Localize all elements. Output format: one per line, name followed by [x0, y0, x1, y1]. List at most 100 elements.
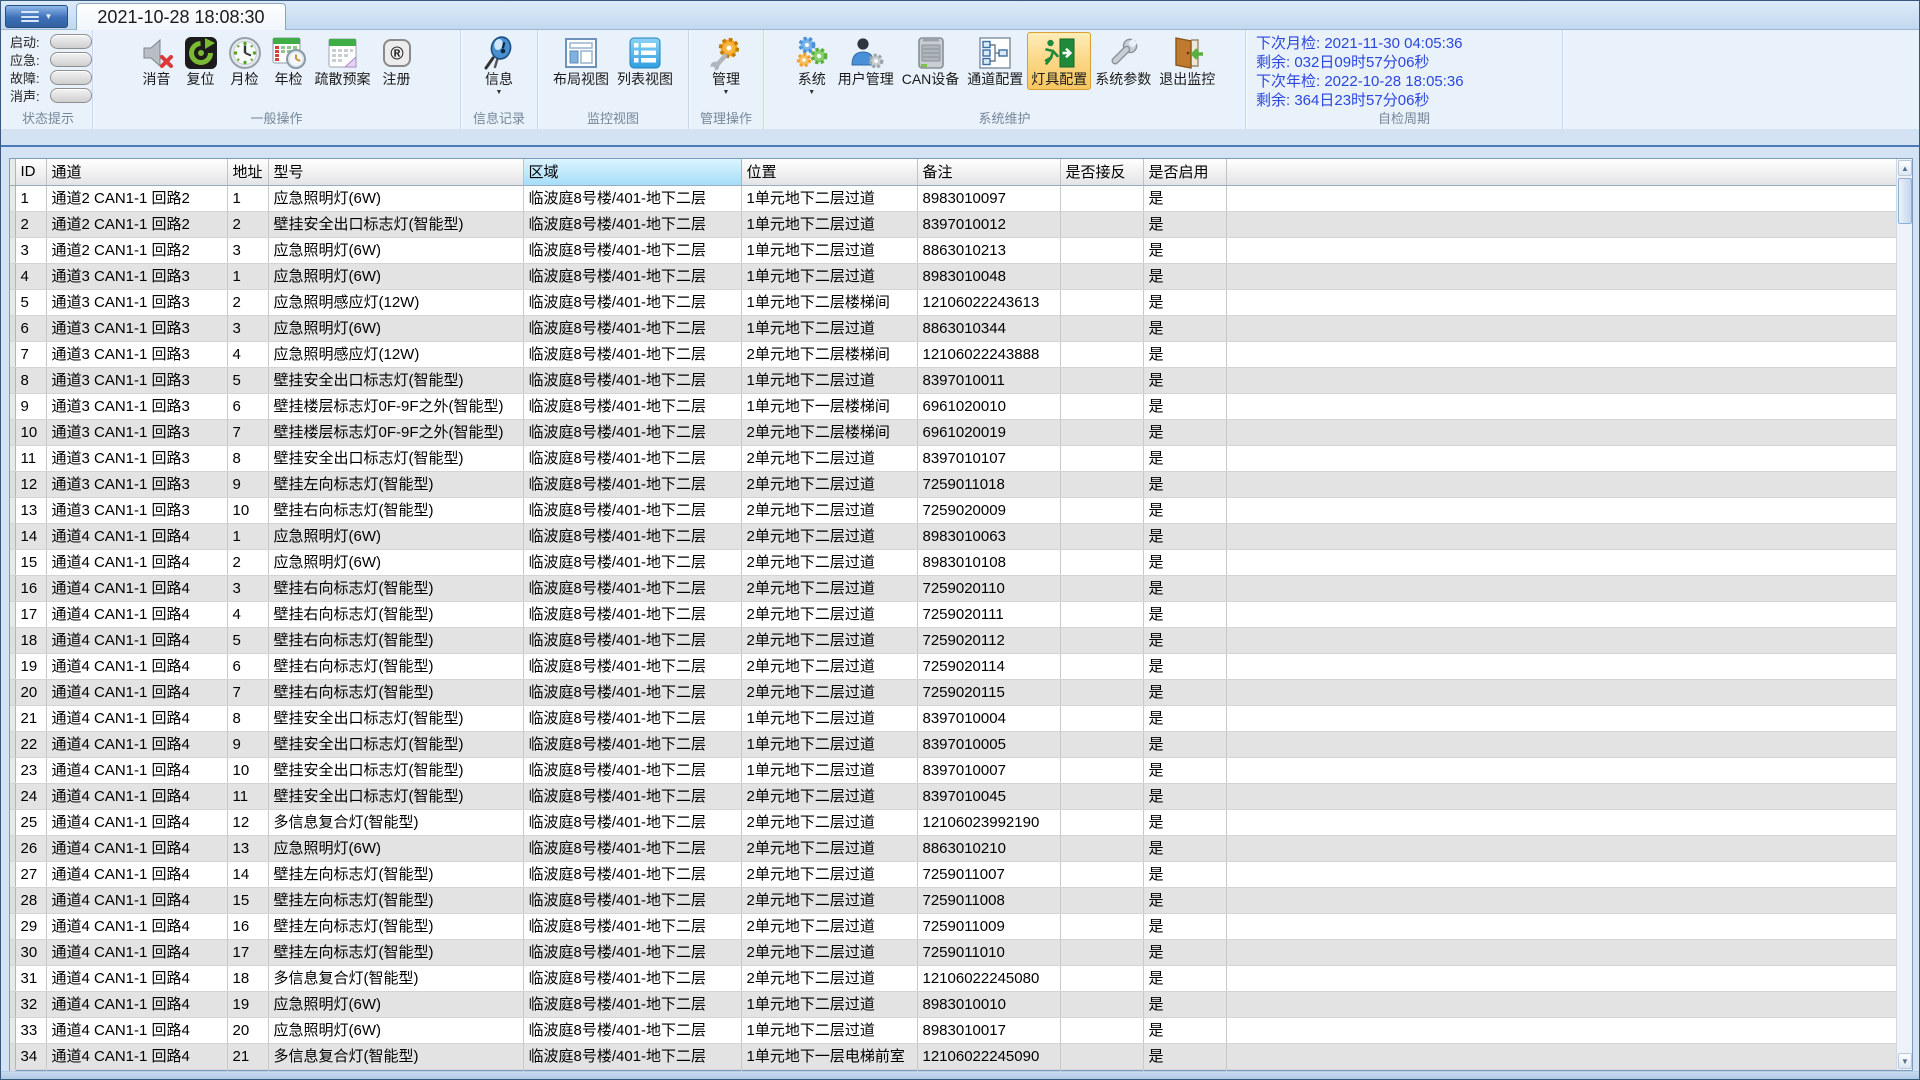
- cell-id: 10: [15, 419, 46, 445]
- cell-model: 壁挂右向标志灯(智能型): [268, 497, 523, 523]
- cell-address: 10: [227, 497, 268, 523]
- cell-address: 3: [227, 237, 268, 263]
- header-note[interactable]: 备注: [917, 159, 1060, 185]
- table-row[interactable]: 23 通道4 CAN1-1 回路4 10 壁挂安全出口标志灯(智能型) 临波庭8…: [10, 757, 1896, 783]
- table-row[interactable]: 24 通道4 CAN1-1 回路4 11 壁挂安全出口标志灯(智能型) 临波庭8…: [10, 783, 1896, 809]
- monthly-check-button[interactable]: 月检: [223, 32, 267, 90]
- table-row[interactable]: 14 通道4 CAN1-1 回路4 1 应急照明灯(6W) 临波庭8号楼/401…: [10, 523, 1896, 549]
- user-mgmt-button[interactable]: 用户管理: [834, 32, 898, 90]
- table-row[interactable]: 16 通道4 CAN1-1 回路4 3 壁挂右向标志灯(智能型) 临波庭8号楼/…: [10, 575, 1896, 601]
- list-view-button[interactable]: 列表视图: [613, 32, 677, 90]
- manage-button[interactable]: 管理 ▼: [704, 32, 748, 99]
- header-channel[interactable]: 通道: [46, 159, 227, 185]
- cell-filler: [1226, 211, 1896, 237]
- table-row[interactable]: 32 通道4 CAN1-1 回路4 19 应急照明灯(6W) 临波庭8号楼/40…: [10, 991, 1896, 1017]
- cell-note: 8397010011: [917, 367, 1060, 393]
- cell-address: 6: [227, 653, 268, 679]
- table-row[interactable]: 28 通道4 CAN1-1 回路4 15 壁挂左向标志灯(智能型) 临波庭8号楼…: [10, 887, 1896, 913]
- table-row[interactable]: 5 通道3 CAN1-1 回路3 2 应急照明感应灯(12W) 临波庭8号楼/4…: [10, 289, 1896, 315]
- channel-config-label: 通道配置: [967, 71, 1023, 88]
- vertical-scrollbar[interactable]: ▲ ▼: [1896, 159, 1912, 1070]
- table-row[interactable]: 8 通道3 CAN1-1 回路3 5 壁挂安全出口标志灯(智能型) 临波庭8号楼…: [10, 367, 1896, 393]
- cell-address: 11: [227, 783, 268, 809]
- table-row[interactable]: 6 通道3 CAN1-1 回路3 3 应急照明灯(6W) 临波庭8号楼/401-…: [10, 315, 1896, 341]
- table-row[interactable]: 18 通道4 CAN1-1 回路4 5 壁挂右向标志灯(智能型) 临波庭8号楼/…: [10, 627, 1896, 653]
- layout-view-button[interactable]: 布局视图: [549, 32, 613, 90]
- cell-area: 临波庭8号楼/401-地下二层: [523, 393, 741, 419]
- cell-reversed: [1060, 549, 1143, 575]
- table-row[interactable]: 22 通道4 CAN1-1 回路4 9 壁挂安全出口标志灯(智能型) 临波庭8号…: [10, 731, 1896, 757]
- scrollbar-thumb[interactable]: [1898, 178, 1912, 224]
- ribbon-divider: [1, 145, 1919, 147]
- cell-model: 壁挂左向标志灯(智能型): [268, 861, 523, 887]
- cell-model: 壁挂安全出口标志灯(智能型): [268, 211, 523, 237]
- cell-enabled: 是: [1143, 861, 1226, 887]
- header-reversed[interactable]: 是否接反: [1060, 159, 1143, 185]
- table-row[interactable]: 12 通道3 CAN1-1 回路3 9 壁挂左向标志灯(智能型) 临波庭8号楼/…: [10, 471, 1896, 497]
- table-row[interactable]: 25 通道4 CAN1-1 回路4 12 多信息复合灯(智能型) 临波庭8号楼/…: [10, 809, 1896, 835]
- header-enabled[interactable]: 是否启用: [1143, 159, 1226, 185]
- cell-note: 7259011009: [917, 913, 1060, 939]
- channel-config-button[interactable]: 通道配置: [963, 32, 1027, 90]
- cell-filler: [1226, 835, 1896, 861]
- cell-reversed: [1060, 1043, 1143, 1069]
- table-row[interactable]: 10 通道3 CAN1-1 回路3 7 壁挂楼层标志灯0F-9F之外(智能型) …: [10, 419, 1896, 445]
- cell-filler: [1226, 523, 1896, 549]
- cell-channel: 通道3 CAN1-1 回路3: [46, 367, 227, 393]
- annual-check-button[interactable]: 年检: [267, 32, 311, 90]
- cell-area: 临波庭8号楼/401-地下二层: [523, 1043, 741, 1069]
- evacuation-plan-button[interactable]: 疏散预案: [311, 32, 375, 90]
- info-button[interactable]: 信息 ▼: [477, 32, 521, 99]
- table-row[interactable]: 31 通道4 CAN1-1 回路4 18 多信息复合灯(智能型) 临波庭8号楼/…: [10, 965, 1896, 991]
- cell-address: 3: [227, 575, 268, 601]
- cell-id: 28: [15, 887, 46, 913]
- can-device-button[interactable]: CAN设备: [898, 32, 964, 90]
- table-row[interactable]: 17 通道4 CAN1-1 回路4 4 壁挂右向标志灯(智能型) 临波庭8号楼/…: [10, 601, 1896, 627]
- table-row[interactable]: 4 通道3 CAN1-1 回路3 1 应急照明灯(6W) 临波庭8号楼/401-…: [10, 263, 1896, 289]
- table-row[interactable]: 29 通道4 CAN1-1 回路4 16 壁挂左向标志灯(智能型) 临波庭8号楼…: [10, 913, 1896, 939]
- lamp-config-label: 灯具配置: [1031, 71, 1087, 88]
- scroll-up-button[interactable]: ▲: [1898, 160, 1912, 176]
- app-menu-button[interactable]: ▼: [5, 5, 68, 28]
- window-tab[interactable]: 2021-10-28 18:08:30: [76, 3, 286, 31]
- cell-filler: [1226, 1017, 1896, 1043]
- register-button[interactable]: ® 注册: [375, 32, 419, 90]
- header-location[interactable]: 位置: [741, 159, 917, 185]
- table-row[interactable]: 9 通道3 CAN1-1 回路3 6 壁挂楼层标志灯0F-9F之外(智能型) 临…: [10, 393, 1896, 419]
- group-label-views: 监控视图: [538, 108, 688, 127]
- table-row[interactable]: 15 通道4 CAN1-1 回路4 2 应急照明灯(6W) 临波庭8号楼/401…: [10, 549, 1896, 575]
- table-row[interactable]: 11 通道3 CAN1-1 回路3 8 壁挂安全出口标志灯(智能型) 临波庭8号…: [10, 445, 1896, 471]
- table-row[interactable]: 2 通道2 CAN1-1 回路2 2 壁挂安全出口标志灯(智能型) 临波庭8号楼…: [10, 211, 1896, 237]
- cell-note: 8863010210: [917, 835, 1060, 861]
- scroll-down-button[interactable]: ▼: [1898, 1053, 1912, 1069]
- info-magnifier-icon: [481, 35, 517, 71]
- cell-address: 13: [227, 835, 268, 861]
- lamp-config-button[interactable]: 灯具配置: [1027, 32, 1091, 90]
- table-row[interactable]: 3 通道2 CAN1-1 回路2 3 应急照明灯(6W) 临波庭8号楼/401-…: [10, 237, 1896, 263]
- table-row[interactable]: 34 通道4 CAN1-1 回路4 21 多信息复合灯(智能型) 临波庭8号楼/…: [10, 1043, 1896, 1069]
- table-row[interactable]: 21 通道4 CAN1-1 回路4 8 壁挂安全出口标志灯(智能型) 临波庭8号…: [10, 705, 1896, 731]
- table-row[interactable]: 30 通道4 CAN1-1 回路4 17 壁挂左向标志灯(智能型) 临波庭8号楼…: [10, 939, 1896, 965]
- cell-id: 19: [15, 653, 46, 679]
- header-model[interactable]: 型号: [268, 159, 523, 185]
- header-id[interactable]: ID: [15, 159, 46, 185]
- table-row[interactable]: 20 通道4 CAN1-1 回路4 7 壁挂右向标志灯(智能型) 临波庭8号楼/…: [10, 679, 1896, 705]
- table-row[interactable]: 1 通道2 CAN1-1 回路2 1 应急照明灯(6W) 临波庭8号楼/401-…: [10, 185, 1896, 211]
- cell-location: 2单元地下二层过道: [741, 601, 917, 627]
- cell-filler: [1226, 471, 1896, 497]
- cell-address: 21: [227, 1043, 268, 1069]
- table-row[interactable]: 13 通道3 CAN1-1 回路3 10 壁挂右向标志灯(智能型) 临波庭8号楼…: [10, 497, 1896, 523]
- table-row[interactable]: 19 通道4 CAN1-1 回路4 6 壁挂右向标志灯(智能型) 临波庭8号楼/…: [10, 653, 1896, 679]
- cell-channel: 通道4 CAN1-1 回路4: [46, 523, 227, 549]
- header-area[interactable]: 区域: [523, 159, 741, 185]
- reset-button[interactable]: 复位: [179, 32, 223, 90]
- system-params-button[interactable]: 系统参数: [1091, 32, 1155, 90]
- system-button[interactable]: 系统 ▼: [790, 32, 834, 99]
- table-row[interactable]: 7 通道3 CAN1-1 回路3 4 应急照明感应灯(12W) 临波庭8号楼/4…: [10, 341, 1896, 367]
- mute-button[interactable]: 消音: [135, 32, 179, 90]
- table-row[interactable]: 33 通道4 CAN1-1 回路4 20 应急照明灯(6W) 临波庭8号楼/40…: [10, 1017, 1896, 1043]
- exit-monitor-button[interactable]: 退出监控: [1155, 32, 1219, 90]
- table-row[interactable]: 27 通道4 CAN1-1 回路4 14 壁挂左向标志灯(智能型) 临波庭8号楼…: [10, 861, 1896, 887]
- table-row[interactable]: 26 通道4 CAN1-1 回路4 13 应急照明灯(6W) 临波庭8号楼/40…: [10, 835, 1896, 861]
- header-address[interactable]: 地址: [227, 159, 268, 185]
